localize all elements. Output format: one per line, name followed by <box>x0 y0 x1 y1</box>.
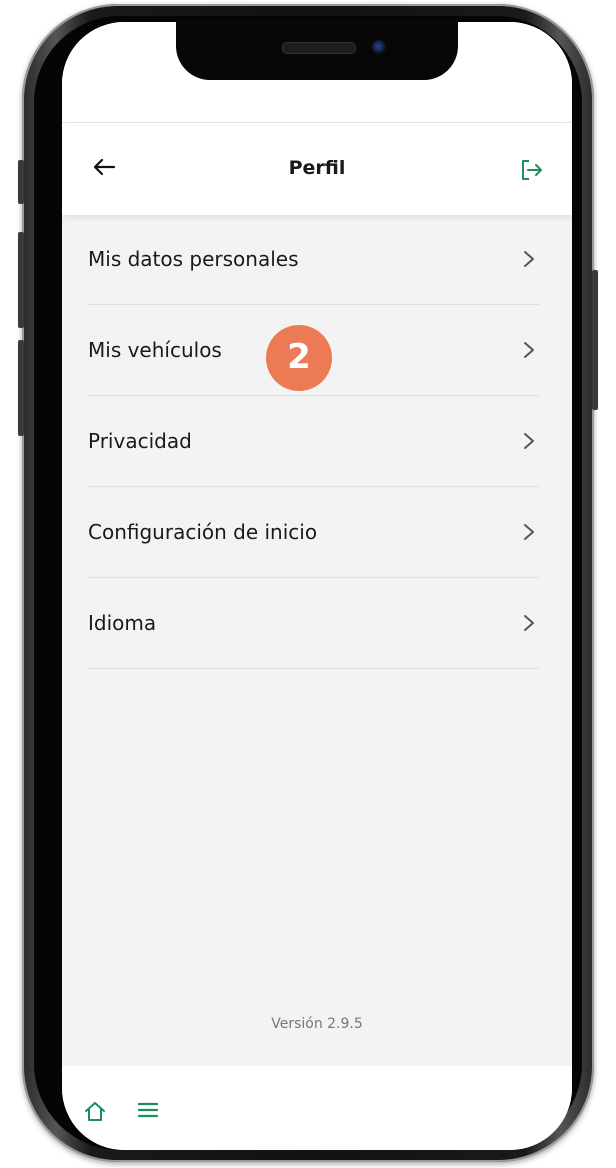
menu-item-startup-settings[interactable]: Configuración de inicio <box>88 487 540 578</box>
step-badge: 2 <box>266 325 332 391</box>
app-screen: Perfil Mis datos personales Mis vehículo… <box>62 22 572 1150</box>
menu-item-personal-data[interactable]: Mis datos personales <box>88 214 540 305</box>
menu-item-label: Mis vehículos <box>88 338 222 362</box>
side-button-power <box>592 270 598 410</box>
menu-item-label: Idioma <box>88 611 157 635</box>
app-header: Perfil <box>62 122 572 215</box>
hamburger-menu-icon[interactable] <box>138 1102 158 1118</box>
profile-menu: Mis datos personales Mis vehículos 2 Pri… <box>88 214 540 669</box>
speaker-grill <box>282 42 356 54</box>
menu-item-label: Mis datos personales <box>88 247 299 271</box>
app-version: Versión 2.9.5 <box>271 1016 363 1032</box>
front-camera <box>372 40 386 54</box>
menu-item-label: Configuración de inicio <box>88 520 318 544</box>
home-icon[interactable] <box>84 1100 106 1122</box>
chevron-right-icon <box>524 615 534 631</box>
chevron-right-icon <box>524 433 534 449</box>
menu-item-label: Privacidad <box>88 429 192 453</box>
chevron-right-icon <box>524 524 534 540</box>
chevron-right-icon <box>524 342 534 358</box>
page-title: Perfil <box>288 157 346 179</box>
menu-item-language[interactable]: Idioma <box>88 578 540 669</box>
logout-icon[interactable] <box>520 159 544 181</box>
bottom-nav-bar <box>62 1066 572 1150</box>
side-button-volume-down <box>18 340 24 436</box>
side-button-mute <box>18 160 24 204</box>
side-button-volume-up <box>18 232 24 328</box>
menu-item-privacy[interactable]: Privacidad <box>88 396 540 487</box>
chevron-right-icon <box>524 251 534 267</box>
phone-notch <box>176 20 458 80</box>
menu-item-vehicles[interactable]: Mis vehículos 2 <box>88 305 540 396</box>
